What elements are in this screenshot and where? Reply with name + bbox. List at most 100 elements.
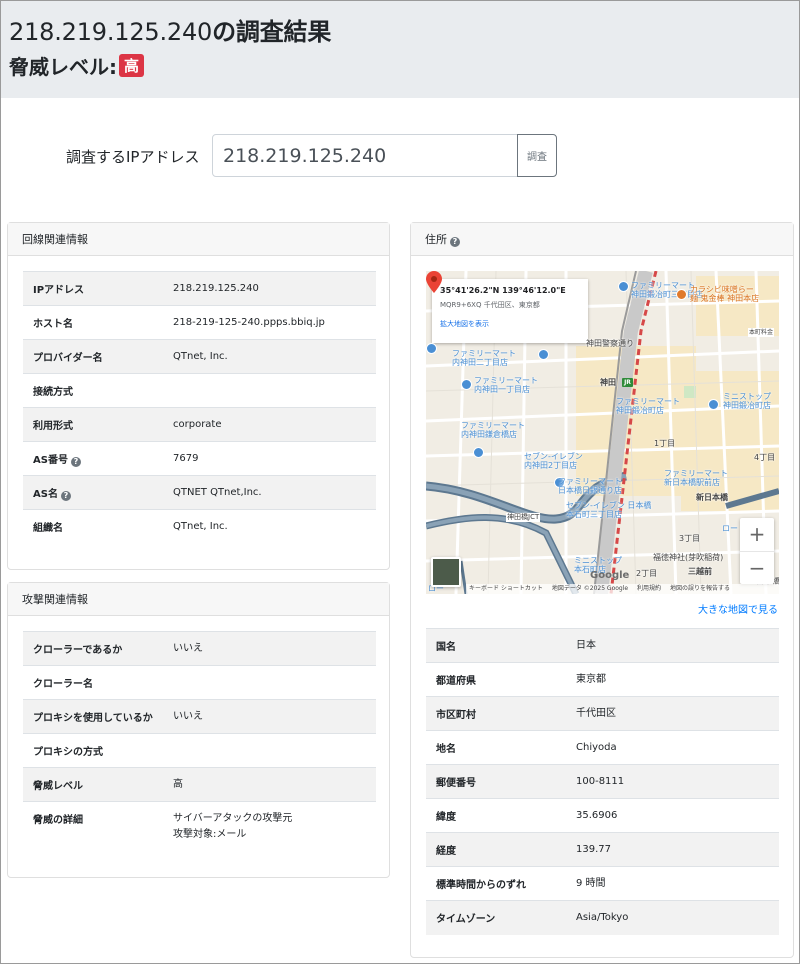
map-label: ファミリーマート 新日本橋駅前店: [664, 469, 728, 487]
row-key-cell: AS名?: [23, 475, 163, 510]
address-title: 住所: [425, 233, 447, 246]
row-value: 139.77: [566, 832, 779, 867]
map-label: ロー: [722, 524, 738, 533]
map-label: 本町料金: [748, 328, 775, 337]
map-label: 3丁目: [679, 534, 701, 543]
row-key: 郵便番号: [426, 764, 566, 799]
row-value: 100-8111: [566, 764, 779, 799]
threat-level-heading: 脅威レベル: 高: [9, 51, 145, 80]
jr-icon: JR: [622, 378, 633, 387]
row-key: プロキシを使用しているか: [23, 699, 163, 734]
table-row: 都道府県 東京都: [426, 662, 779, 697]
row-value: QTnet, Inc.: [163, 339, 376, 374]
zoom-in-button[interactable]: +: [740, 518, 774, 551]
row-key: 地名: [426, 730, 566, 765]
zoom-controls: + −: [740, 518, 774, 584]
map-label: ファミリーマート 内神田一丁目店: [474, 376, 538, 394]
attack-info-table: クローラーであるか いいえ クローラー名 プロキシを使用しているか いいえ プロキシ…: [23, 631, 376, 848]
ip-search-input[interactable]: [212, 134, 518, 177]
table-row: 地名 Chiyoda: [426, 730, 779, 765]
restaurant-icon: [676, 289, 687, 300]
table-row: 組織名 QTnet, Inc.: [23, 509, 376, 544]
map-label: ファミリーマート 日本橋日銀通り店: [558, 477, 622, 495]
table-row: 経度 139.77: [426, 832, 779, 867]
google-logo: Google: [590, 570, 630, 581]
location-pin-icon: [426, 271, 442, 293]
table-row: 接続方式: [23, 373, 376, 408]
table-row: 国名 日本: [426, 628, 779, 663]
row-key: 接続方式: [23, 373, 163, 408]
map-label: 神田警察通り: [586, 339, 634, 348]
row-value: 218-219-125-240.ppps.bbiq.jp: [163, 305, 376, 340]
table-row: IPアドレス 218.219.125.240: [23, 271, 376, 306]
row-key: 市区町村: [426, 696, 566, 731]
page-header: 218.219.125.240の調査結果 脅威レベル: 高: [1, 1, 799, 98]
title-ip: 218.219.125.240: [9, 18, 213, 46]
map-label: 神田橋JCT: [506, 513, 541, 522]
line-info-card: 回線関連情報 IPアドレス 218.219.125.240 ホスト名 218-219…: [7, 222, 390, 570]
row-value: [163, 373, 376, 408]
row-key: ホスト名: [23, 305, 163, 340]
enlarge-map-link[interactable]: 拡大地図を表示: [440, 319, 580, 329]
title-suffix: の調査結果: [212, 18, 332, 46]
row-value: Asia/Tokyo: [566, 900, 779, 935]
table-row: 脅威の詳細 サイバーアタックの攻撃元 攻撃対象:メール: [23, 801, 376, 848]
row-key: タイムゾーン: [426, 900, 566, 935]
help-icon[interactable]: ?: [450, 237, 460, 247]
store-icon: [538, 349, 549, 360]
map-plus-code: MQR9+6XQ 千代田区、東京都: [440, 301, 540, 309]
threat-detail-line: サイバーアタックの攻撃元: [173, 813, 293, 824]
row-value: 35.6906: [566, 798, 779, 833]
help-icon[interactable]: ?: [60, 490, 71, 501]
map-label: 福徳神社(芽吹稲荷): [653, 553, 724, 562]
table-row: タイムゾーン Asia/Tokyo: [426, 900, 779, 935]
row-value: 218.219.125.240: [163, 271, 376, 306]
larger-map-link[interactable]: 大きな地図で見る: [698, 601, 778, 616]
store-icon: [618, 281, 629, 292]
google-map[interactable]: 35°41'26.2"N 139°46'12.0"E MQR9+6XQ 千代田区…: [426, 271, 779, 594]
store-icon: [473, 447, 484, 458]
map-coordinates: 35°41'26.2"N 139°46'12.0"E: [440, 286, 566, 295]
satellite-view-toggle[interactable]: [431, 557, 461, 587]
map-label: カラシビ味噌らー麺 鬼金棒 神田本店: [690, 285, 760, 303]
help-icon[interactable]: ?: [70, 456, 81, 467]
row-key: プロバイダー名: [23, 339, 163, 374]
search-button[interactable]: 調査: [517, 134, 557, 177]
row-key: プロキシの方式: [23, 733, 163, 768]
row-value: QTnet, Inc.: [163, 509, 376, 544]
row-value: いいえ: [163, 699, 376, 734]
store-icon: [461, 379, 472, 390]
zoom-out-button[interactable]: −: [740, 551, 774, 584]
row-key: 国名: [426, 628, 566, 663]
row-value: サイバーアタックの攻撃元 攻撃対象:メール: [163, 801, 376, 848]
row-key: 標準時間からのずれ: [426, 866, 566, 901]
map-label: ミニストップ 神田鍛冶町店: [723, 392, 771, 410]
table-row: プロキシの方式: [23, 733, 376, 768]
row-value: corporate: [163, 407, 376, 442]
search-label: 調査するIPアドレス: [66, 148, 200, 166]
row-value: 東京都: [566, 662, 779, 697]
map-label: 2丁目: [636, 569, 658, 578]
row-key: 経度: [426, 832, 566, 867]
row-value: QTNET QTnet,Inc.: [163, 475, 376, 510]
row-value: 高: [163, 767, 376, 802]
report-error-link[interactable]: 地図の誤りを報告する: [670, 585, 730, 592]
row-key: 脅威の詳細: [23, 801, 163, 848]
table-row: ホスト名 218-219-125-240.ppps.bbiq.jp: [23, 305, 376, 340]
station-label: 三越前: [688, 567, 712, 576]
map-label: 1丁目: [654, 439, 676, 448]
row-key: クローラー名: [23, 665, 163, 700]
store-icon: [426, 343, 437, 354]
station-label: 神田: [600, 378, 616, 387]
keyboard-shortcuts-link[interactable]: キーボード ショートカット: [469, 585, 543, 592]
terms-link[interactable]: 利用規約: [637, 585, 661, 592]
row-value: [163, 665, 376, 700]
line-info-table: IPアドレス 218.219.125.240 ホスト名 218-219-125-24…: [23, 271, 376, 544]
address-card: 住所? 35°41'26.2"N 139°46'12.0"E MQR9+6XQ …: [410, 222, 794, 958]
row-value: 日本: [566, 628, 779, 663]
row-value: [163, 733, 376, 768]
store-icon: [708, 399, 719, 410]
row-key: 脅威レベル: [23, 767, 163, 802]
row-key: IPアドレス: [23, 271, 163, 306]
table-row: プロバイダー名 QTnet, Inc.: [23, 339, 376, 374]
